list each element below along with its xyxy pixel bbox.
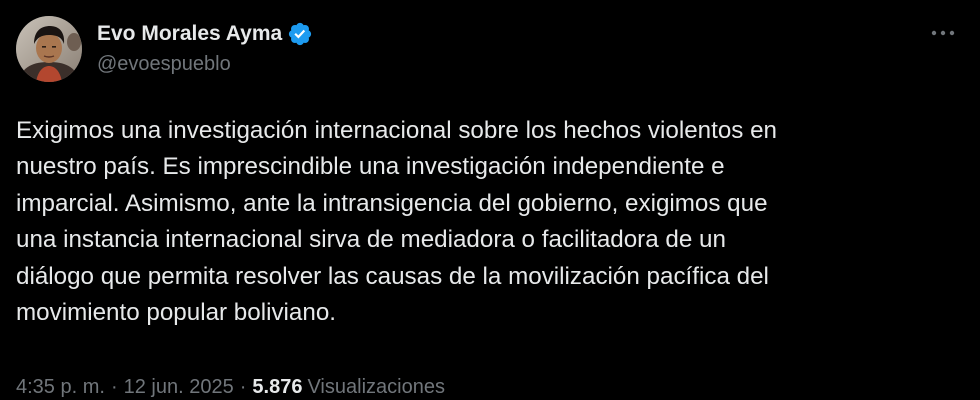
avatar[interactable] bbox=[16, 16, 82, 82]
meta-separator: · bbox=[239, 376, 247, 398]
verified-badge-icon[interactable] bbox=[287, 21, 313, 47]
author-display-name[interactable]: Evo Morales Ayma bbox=[97, 22, 282, 46]
author-info: Evo Morales Ayma @evoespueblo bbox=[97, 20, 313, 76]
author-name-row: Evo Morales Ayma bbox=[97, 20, 313, 48]
more-options-icon bbox=[931, 30, 955, 36]
tweet-text: Exigimos una investigación internacional… bbox=[16, 117, 778, 327]
tweet-time[interactable]: 4:35 p. m. bbox=[16, 376, 105, 399]
avatar-photo bbox=[16, 16, 82, 82]
tweet-date[interactable]: 12 jun. 2025 bbox=[124, 376, 234, 399]
meta-separator: · bbox=[110, 376, 118, 398]
author-handle[interactable]: @evoespueblo bbox=[97, 53, 313, 76]
tweet-header: Evo Morales Ayma @evoespueblo bbox=[16, 16, 964, 82]
more-options-button[interactable] bbox=[926, 22, 960, 44]
views-count[interactable]: 5.876 bbox=[252, 376, 302, 399]
views-label: Visualizaciones bbox=[307, 376, 445, 398]
tweet-metadata: 4:35 p. m. · 12 jun. 2025 · 5.876 Visual… bbox=[16, 376, 445, 399]
